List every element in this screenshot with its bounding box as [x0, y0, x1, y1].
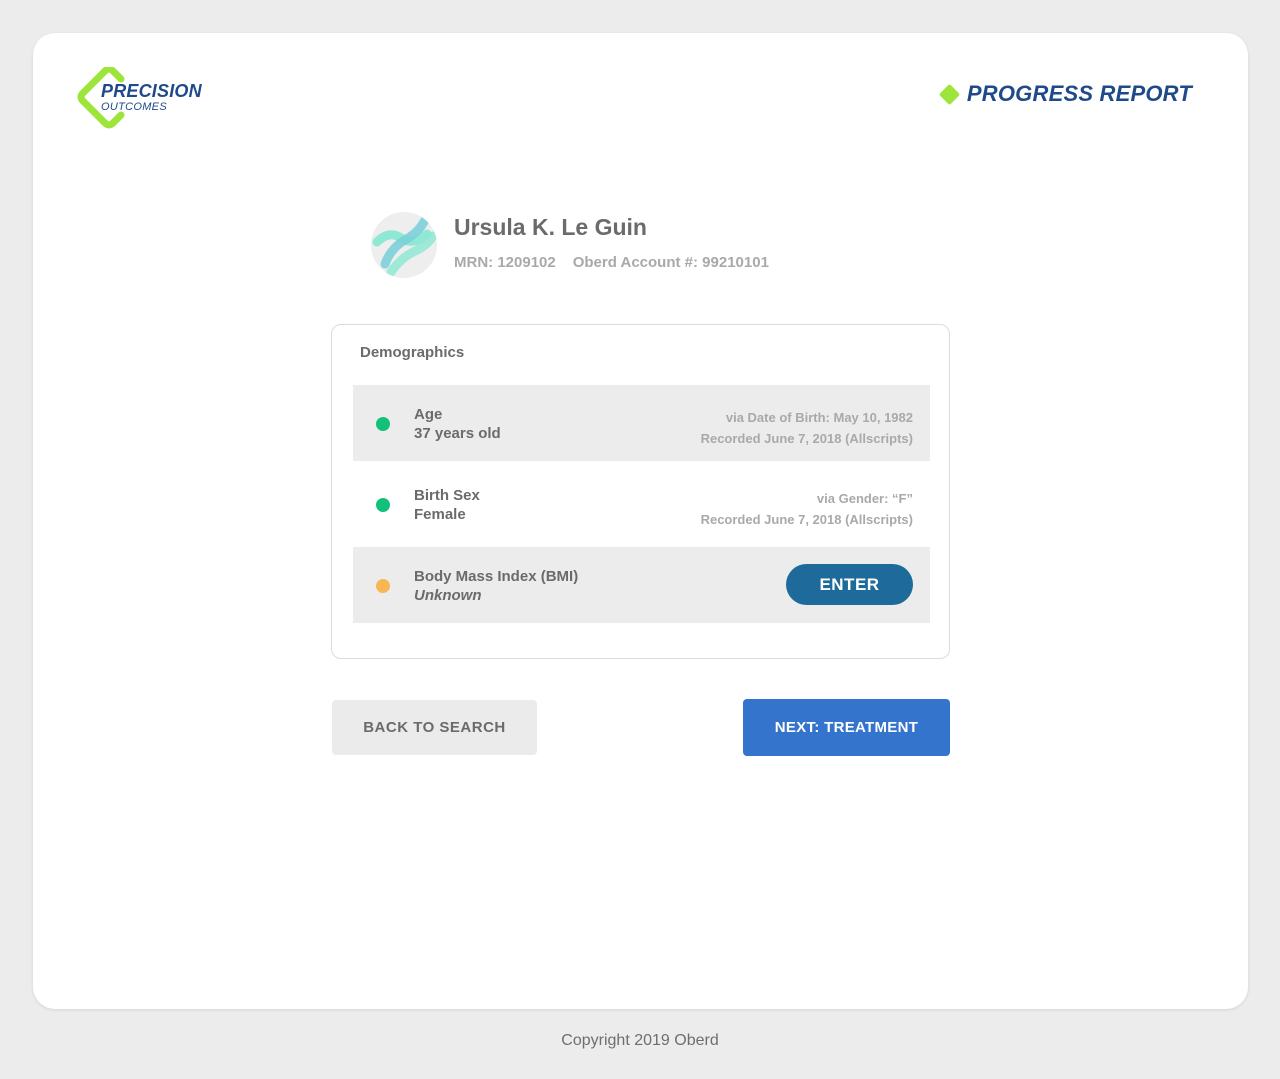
report-card: PRECISION OUTCOMES PROGRESS REPORT Ursul…	[33, 33, 1248, 1009]
status-ok-icon	[376, 498, 390, 512]
row-label: Body Mass Index (BMI)	[414, 568, 579, 585]
row-source-method: via Gender: “F”	[816, 491, 913, 506]
patient-identifiers: MRN: 1209102 Oberd Account #: 99210101	[454, 254, 769, 271]
enter-bmi-button[interactable]: ENTER	[786, 564, 913, 605]
report-header: PROGRESS REPORT	[938, 80, 1192, 108]
patient-mrn: MRN: 1209102	[454, 254, 556, 271]
demographics-title: Demographics	[360, 344, 465, 361]
status-ok-icon	[376, 417, 390, 431]
row-value: Female	[414, 506, 466, 523]
row-source-recorded: Recorded June 7, 2018 (Allscripts)	[700, 431, 913, 446]
row-label: Birth Sex	[414, 487, 480, 504]
copyright-footer: Copyright 2019 Oberd	[561, 1032, 719, 1049]
demographics-row-birth-sex: Birth Sex Female via Gender: “F” Recorde…	[353, 466, 930, 542]
patient-name: Ursula K. Le Guin	[454, 214, 647, 240]
demographics-panel: Demographics Age 37 years old via Date o…	[331, 324, 950, 659]
next-treatment-button[interactable]: NEXT: TREATMENT	[743, 699, 950, 756]
row-value: Unknown	[414, 587, 482, 604]
diamond-icon	[938, 83, 961, 105]
avatar-icon	[371, 212, 437, 278]
row-source: via Date of Birth: May 10, 1982 Recorded…	[701, 407, 913, 449]
logo-wordmark-bottom: OUTCOMES	[101, 101, 167, 113]
demographics-row-bmi: Body Mass Index (BMI) Unknown ENTER	[353, 547, 930, 623]
patient-account-number: Oberd Account #: 99210101	[572, 254, 769, 271]
row-source-method: via Date of Birth: May 10, 1982	[725, 410, 913, 425]
page-title: PROGRESS REPORT	[966, 81, 1192, 106]
back-to-search-button[interactable]: BACK TO SEARCH	[332, 700, 537, 755]
row-value: 37 years old	[414, 425, 501, 442]
logo-wordmark-top: PRECISION	[101, 81, 202, 101]
row-source-recorded: Recorded June 7, 2018 (Allscripts)	[700, 512, 913, 527]
row-label: Age	[414, 406, 443, 423]
brand-logo[interactable]: PRECISION OUTCOMES	[77, 67, 217, 131]
demographics-row-age: Age 37 years old via Date of Birth: May …	[353, 385, 930, 461]
status-warning-icon	[376, 579, 390, 593]
row-source: via Gender: “F” Recorded June 7, 2018 (A…	[701, 488, 913, 530]
